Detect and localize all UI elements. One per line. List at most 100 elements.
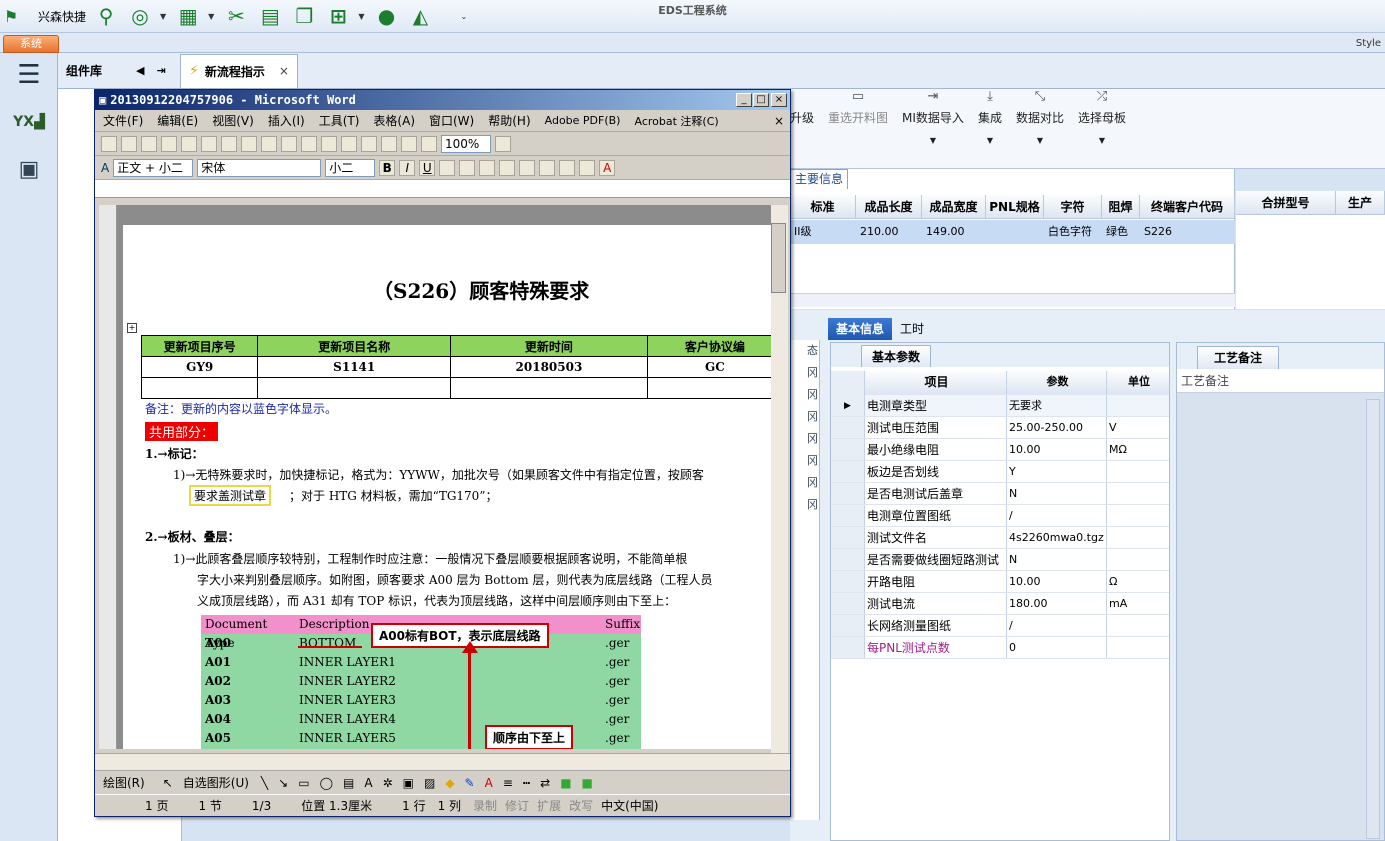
tab-library[interactable]: 组件库 ◀ ⇥ xyxy=(58,54,178,88)
param-row[interactable]: 测试电流 180.00 mA xyxy=(831,593,1169,615)
textbox-icon[interactable]: ▤ xyxy=(343,776,354,790)
document-page[interactable]: （S226）顾客特殊要求 + 更新项目序号 更新项目名称 更新时间 客户协议编 … xyxy=(123,225,771,749)
horizontal-scrollbar[interactable] xyxy=(95,753,790,770)
status-track[interactable]: 修订 xyxy=(505,797,529,814)
tab-new-flow[interactable]: ⚡ 新流程指示 × xyxy=(180,53,298,88)
clipart-icon[interactable]: ▣ xyxy=(403,776,414,790)
preview-icon[interactable] xyxy=(221,135,237,152)
status-record[interactable]: 录制 xyxy=(473,797,497,814)
col-header[interactable]: 终端客户代码 xyxy=(1140,195,1235,219)
vertical-scrollbar[interactable] xyxy=(1366,399,1380,839)
chevron-down-icon[interactable]: ▼ xyxy=(1037,136,1043,145)
row-indicator[interactable] xyxy=(831,593,865,614)
ribbon-integrate-button[interactable]: ⤓ 集成 ▼ xyxy=(978,89,1002,169)
col-header[interactable]: 标准 xyxy=(790,195,856,219)
scissors-icon[interactable]: ✂ xyxy=(222,3,250,29)
diagram-icon[interactable]: ✲ xyxy=(383,776,393,790)
param-row[interactable]: ▶ 电测章类型 无要求 xyxy=(831,395,1169,417)
align-left-icon[interactable] xyxy=(479,159,496,176)
side-list-item[interactable]: 态 xyxy=(790,340,820,362)
ribbon-mi-import-button[interactable]: ⇥ MI数据导入 ▼ xyxy=(902,89,964,169)
oval-icon[interactable]: ◯ xyxy=(320,776,333,790)
chevron-down-icon[interactable]: ▼ xyxy=(208,12,214,21)
paste-icon[interactable] xyxy=(301,135,317,152)
arrow-style-icon[interactable]: ⇄ xyxy=(540,776,550,790)
row-selector-header[interactable] xyxy=(831,371,865,395)
row-indicator[interactable] xyxy=(831,505,865,526)
param-row[interactable]: 板边是否划线 Y xyxy=(831,461,1169,483)
menu-edit[interactable]: 编辑(E) xyxy=(157,112,198,129)
email-icon[interactable] xyxy=(181,135,197,152)
factory-icon[interactable]: YX▟ xyxy=(0,97,58,147)
chevron-down-icon[interactable]: ▼ xyxy=(1099,136,1105,145)
overflow-icon[interactable]: ⌄ xyxy=(460,12,467,21)
help-icon[interactable] xyxy=(495,135,511,152)
param-value[interactable]: 10.00 xyxy=(1007,571,1107,592)
param-value[interactable]: Y xyxy=(1007,461,1107,482)
param-value[interactable]: 4s2260mwa0.tgz xyxy=(1007,527,1107,548)
chevron-down-icon[interactable]: ▼ xyxy=(987,136,993,145)
film-icon[interactable]: ▤ xyxy=(256,3,284,29)
side-list-item[interactable]: 冈 xyxy=(790,472,820,494)
rectangle-icon[interactable]: ▭ xyxy=(298,776,309,790)
chevron-down-icon[interactable]: ▼ xyxy=(358,12,364,21)
row-indicator[interactable] xyxy=(831,461,865,482)
menu-help[interactable]: 帮助(H) xyxy=(488,112,530,129)
param-row[interactable]: 开路电阻 10.00 Ω xyxy=(831,571,1169,593)
close-icon[interactable]: × xyxy=(279,64,289,78)
side-list-item[interactable]: 冈 xyxy=(790,494,820,516)
open-icon[interactable] xyxy=(121,135,137,152)
line-icon[interactable]: ╲ xyxy=(261,776,268,790)
table-move-handle-icon[interactable]: + xyxy=(127,323,137,333)
line-color-icon[interactable]: ✎ xyxy=(465,776,475,790)
style-label[interactable]: Style xyxy=(1356,38,1381,49)
param-value[interactable]: N xyxy=(1007,483,1107,504)
param-value[interactable]: / xyxy=(1007,505,1107,526)
autoshape-menu[interactable]: 自选图形(U) xyxy=(183,774,249,791)
table-icon[interactable]: ▦ xyxy=(174,3,202,29)
maximize-button[interactable]: □ xyxy=(753,93,769,107)
user-icon[interactable]: ● xyxy=(372,3,400,29)
tab-craft-notes[interactable]: 工艺备注 xyxy=(1197,346,1280,369)
char-border-icon[interactable] xyxy=(439,159,456,176)
style-select[interactable]: 正文 + 小二 xyxy=(113,158,194,177)
menu-view[interactable]: 视图(V) xyxy=(212,112,254,129)
side-list-item[interactable]: 冈 xyxy=(790,406,820,428)
row-indicator[interactable] xyxy=(831,417,865,438)
fill-color-icon[interactable]: ◆ xyxy=(445,776,454,790)
param-row[interactable]: 测试电压范围 25.00-250.00 V xyxy=(831,417,1169,439)
col-header[interactable]: PNL规格 xyxy=(986,195,1044,219)
ribbon-upgrade-button[interactable]: 升级 xyxy=(790,89,814,169)
col-header[interactable]: 阻焊 xyxy=(1102,195,1140,219)
col-header[interactable]: 项目 xyxy=(865,371,1007,394)
wordart-icon[interactable]: A xyxy=(364,776,372,790)
spelling-icon[interactable] xyxy=(241,135,257,152)
horizontal-ruler[interactable] xyxy=(95,180,790,198)
tab-main-info[interactable]: 主要信息 xyxy=(790,169,849,189)
close-doc-icon[interactable]: × xyxy=(774,114,784,128)
permission-icon[interactable] xyxy=(161,135,177,152)
row-indicator[interactable] xyxy=(831,483,865,504)
side-list-item[interactable]: 冈 xyxy=(790,384,820,406)
bold-button[interactable]: B xyxy=(379,159,396,176)
vertical-scrollbar[interactable] xyxy=(771,205,788,765)
col-header[interactable]: 参数 xyxy=(1007,371,1107,394)
status-overtype[interactable]: 改写 xyxy=(569,797,593,814)
zoom-select[interactable]: 100% xyxy=(441,134,491,153)
line-spacing-icon[interactable] xyxy=(559,159,576,176)
search-icon[interactable]: ⚲ xyxy=(92,3,120,29)
menu-file[interactable]: 文件(F) xyxy=(103,112,143,129)
col-header[interactable]: 字符 xyxy=(1044,195,1102,219)
redo-icon[interactable] xyxy=(361,135,377,152)
lifebuoy-icon[interactable]: ◎ xyxy=(126,3,154,29)
param-row[interactable]: 最小绝缘电阻 10.00 MΩ xyxy=(831,439,1169,461)
align-center-icon[interactable] xyxy=(499,159,516,176)
close-button[interactable]: × xyxy=(771,93,787,107)
param-row[interactable]: 每PNL测试点数 0 xyxy=(831,637,1169,659)
select-objects-icon[interactable]: ↖ xyxy=(163,776,173,790)
side-list-item[interactable]: 冈 xyxy=(790,428,820,450)
param-value[interactable]: 25.00-250.00 xyxy=(1007,417,1107,438)
undo-icon[interactable] xyxy=(341,135,357,152)
hyperlink-icon[interactable] xyxy=(381,135,397,152)
3d-icon[interactable]: ■ xyxy=(582,776,593,790)
